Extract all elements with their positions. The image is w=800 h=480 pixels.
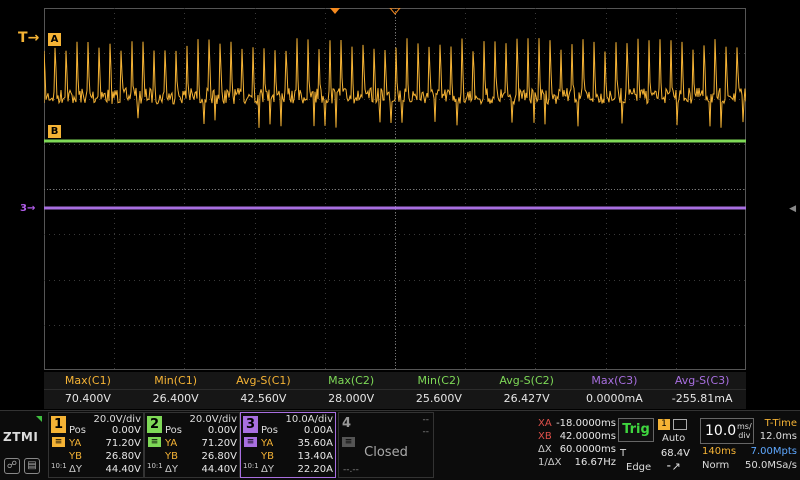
channel-4-dash: --.-- xyxy=(343,465,359,475)
trigger-coupling-icon xyxy=(673,419,687,430)
rising-edge-icon: ⁃↗ xyxy=(666,460,681,473)
probe-icon[interactable]: ☍ xyxy=(4,458,20,474)
sample-rate: 50.0MSa/s xyxy=(745,460,797,471)
measurement-values: 70.400V 26.400V 42.560V 28.000V 25.600V 26.42… xyxy=(44,390,746,408)
acquisition-mode: Norm xyxy=(702,460,730,471)
cursor-frequency-value: 16.67Hz xyxy=(574,457,616,468)
channel-2-ya: 71.20V xyxy=(201,438,237,449)
coupling-dc-icon: ≡ xyxy=(244,437,257,447)
timebase-scale-box[interactable]: 10.0 ms/div xyxy=(700,418,754,444)
screenshot-icon[interactable]: ▤ xyxy=(24,458,40,474)
channel-1-panel[interactable]: 1 20.0V/div Pos 0.00V ≡ YA 71.20V YB 26.80V… xyxy=(48,412,144,478)
brand-logo: ZTMI ☍ ▤ xyxy=(2,412,44,478)
trigger-level[interactable]: 68.4V xyxy=(661,448,690,459)
memory-depth: 7.00Mpts xyxy=(750,446,797,457)
channel-1-number: 1 xyxy=(51,416,66,433)
trigger-type[interactable]: Edge xyxy=(626,462,651,473)
channel-4-closed-label: Closed xyxy=(364,445,408,460)
measurement-header: Max(C2) xyxy=(307,372,395,390)
cursor-xb-value: 42.0000ms xyxy=(559,431,616,442)
channel-4-scale: -- xyxy=(422,415,430,425)
trigger-panel[interactable]: Trig 1 Auto T 68.4V Edge ⁃↗ xyxy=(616,416,698,476)
cursor-a-marker[interactable]: A xyxy=(48,33,61,46)
graticule-grid xyxy=(44,8,746,370)
timebase-span: 140ms xyxy=(702,446,737,457)
measurement-header: Avg-S(C1) xyxy=(219,372,308,390)
coupling-dc-icon: ≡ xyxy=(148,437,161,447)
logo-text: ZTMI xyxy=(3,430,39,444)
channel-3-probe-ratio: 10:1 xyxy=(243,462,259,470)
measurement-value: 28.000V xyxy=(328,392,375,405)
channel-3-yb: 13.40A xyxy=(297,451,333,462)
channel-2-probe-ratio: 10:1 xyxy=(147,462,163,470)
measurement-headers: Max(C1) Min(C1) Avg-S(C1) Max(C2) Min(C2) Avg… xyxy=(44,372,746,390)
measurement-value: 26.400V xyxy=(152,392,199,405)
channel-2-dy: 44.40V xyxy=(201,464,237,475)
timebase-unit: ms/div xyxy=(737,422,752,440)
channel-1-scale: 20.0V/div xyxy=(93,414,141,425)
channel-4-number: 4 xyxy=(342,416,352,431)
measurement-value: 0.0000mA xyxy=(586,392,643,405)
channel-1-trace xyxy=(44,38,746,128)
waveform-plot[interactable] xyxy=(44,8,746,370)
channel-1-position: 0.00V xyxy=(111,425,141,436)
channel-3-position: 0.00A xyxy=(303,425,333,436)
channel-2-yb: 26.80V xyxy=(201,451,237,462)
measurement-table: Max(C1) Min(C1) Avg-S(C1) Max(C2) Min(C2) Avg… xyxy=(44,372,746,409)
waveform-screen[interactable]: T→ A B 3→ ◀ xyxy=(0,0,800,372)
channel-1-ya: 71.20V xyxy=(105,438,141,449)
measurement-value: -255.81mA xyxy=(671,392,733,405)
ch3-offset-marker[interactable]: 3→ xyxy=(20,203,35,214)
channel-3-number: 3 xyxy=(243,416,258,433)
menu-indicator-icon xyxy=(36,416,42,422)
side-menu-arrow-icon[interactable]: ◀ xyxy=(789,204,796,214)
timebase-delay: 12.0ms xyxy=(759,431,797,442)
timebase-value: 10.0 xyxy=(705,423,737,439)
channel-2-position: 0.00V xyxy=(207,425,237,436)
channel-3-scale: 10.0A/div xyxy=(285,414,333,425)
channel-2-panel[interactable]: 2 20.0V/div Pos 0.00V ≡ YA 71.20V YB 26.80V… xyxy=(144,412,240,478)
cursor-xa-value: -18.0000ms xyxy=(556,418,616,429)
channel-3-panel[interactable]: 3 10.0A/div Pos 0.00A ≡ YA 35.60A YB 13.40A… xyxy=(240,412,336,478)
channel-3-ya: 35.60A xyxy=(297,438,333,449)
measurement-header: Max(C1) xyxy=(44,372,132,390)
cursor-readout[interactable]: XA -18.0000ms XB 42.0000ms ΔX 60.0000ms 1/Δ… xyxy=(536,416,616,476)
channel-2-number: 2 xyxy=(147,416,162,433)
cursor-dx-value: 60.0000ms xyxy=(559,444,616,455)
trigger-position-marker xyxy=(330,8,340,14)
measurement-header: Avg-S(C2) xyxy=(482,372,571,390)
trigger-level-marker[interactable]: T→ xyxy=(18,30,39,46)
channel-4-panel[interactable]: 4 -- -- ≡ Closed --.-- xyxy=(338,412,434,478)
measurement-value: 25.600V xyxy=(415,392,462,405)
channel-1-probe-ratio: 10:1 xyxy=(51,462,67,470)
timebase-panel[interactable]: 10.0 ms/div T-Time 12.0ms 140ms 7.00Mpts… xyxy=(698,416,800,478)
channel-1-yb: 26.80V xyxy=(105,451,141,462)
measurement-value: 70.400V xyxy=(64,392,111,405)
channel-4-position: -- xyxy=(422,427,430,437)
coupling-dc-icon: ≡ xyxy=(52,437,65,447)
channel-2-scale: 20.0V/div xyxy=(189,414,237,425)
measurement-header: Min(C1) xyxy=(131,372,220,390)
cursor-b-marker[interactable]: B xyxy=(48,125,61,138)
channel-3-dy: 22.20A xyxy=(297,464,333,475)
measurement-header: Max(C3) xyxy=(570,372,659,390)
measurement-header: Min(C2) xyxy=(395,372,483,390)
timebase-mode[interactable]: T-Time xyxy=(765,418,797,429)
measurement-value: 42.560V xyxy=(240,392,287,405)
trigger-mode[interactable]: Auto xyxy=(662,433,685,444)
measurement-header: Avg-S(C3) xyxy=(658,372,746,390)
measurement-value: 26.427V xyxy=(503,392,550,405)
trigger-status-button[interactable]: Trig xyxy=(618,418,654,442)
channel-1-dy: 44.40V xyxy=(105,464,141,475)
trigger-source[interactable]: 1 xyxy=(658,419,670,430)
